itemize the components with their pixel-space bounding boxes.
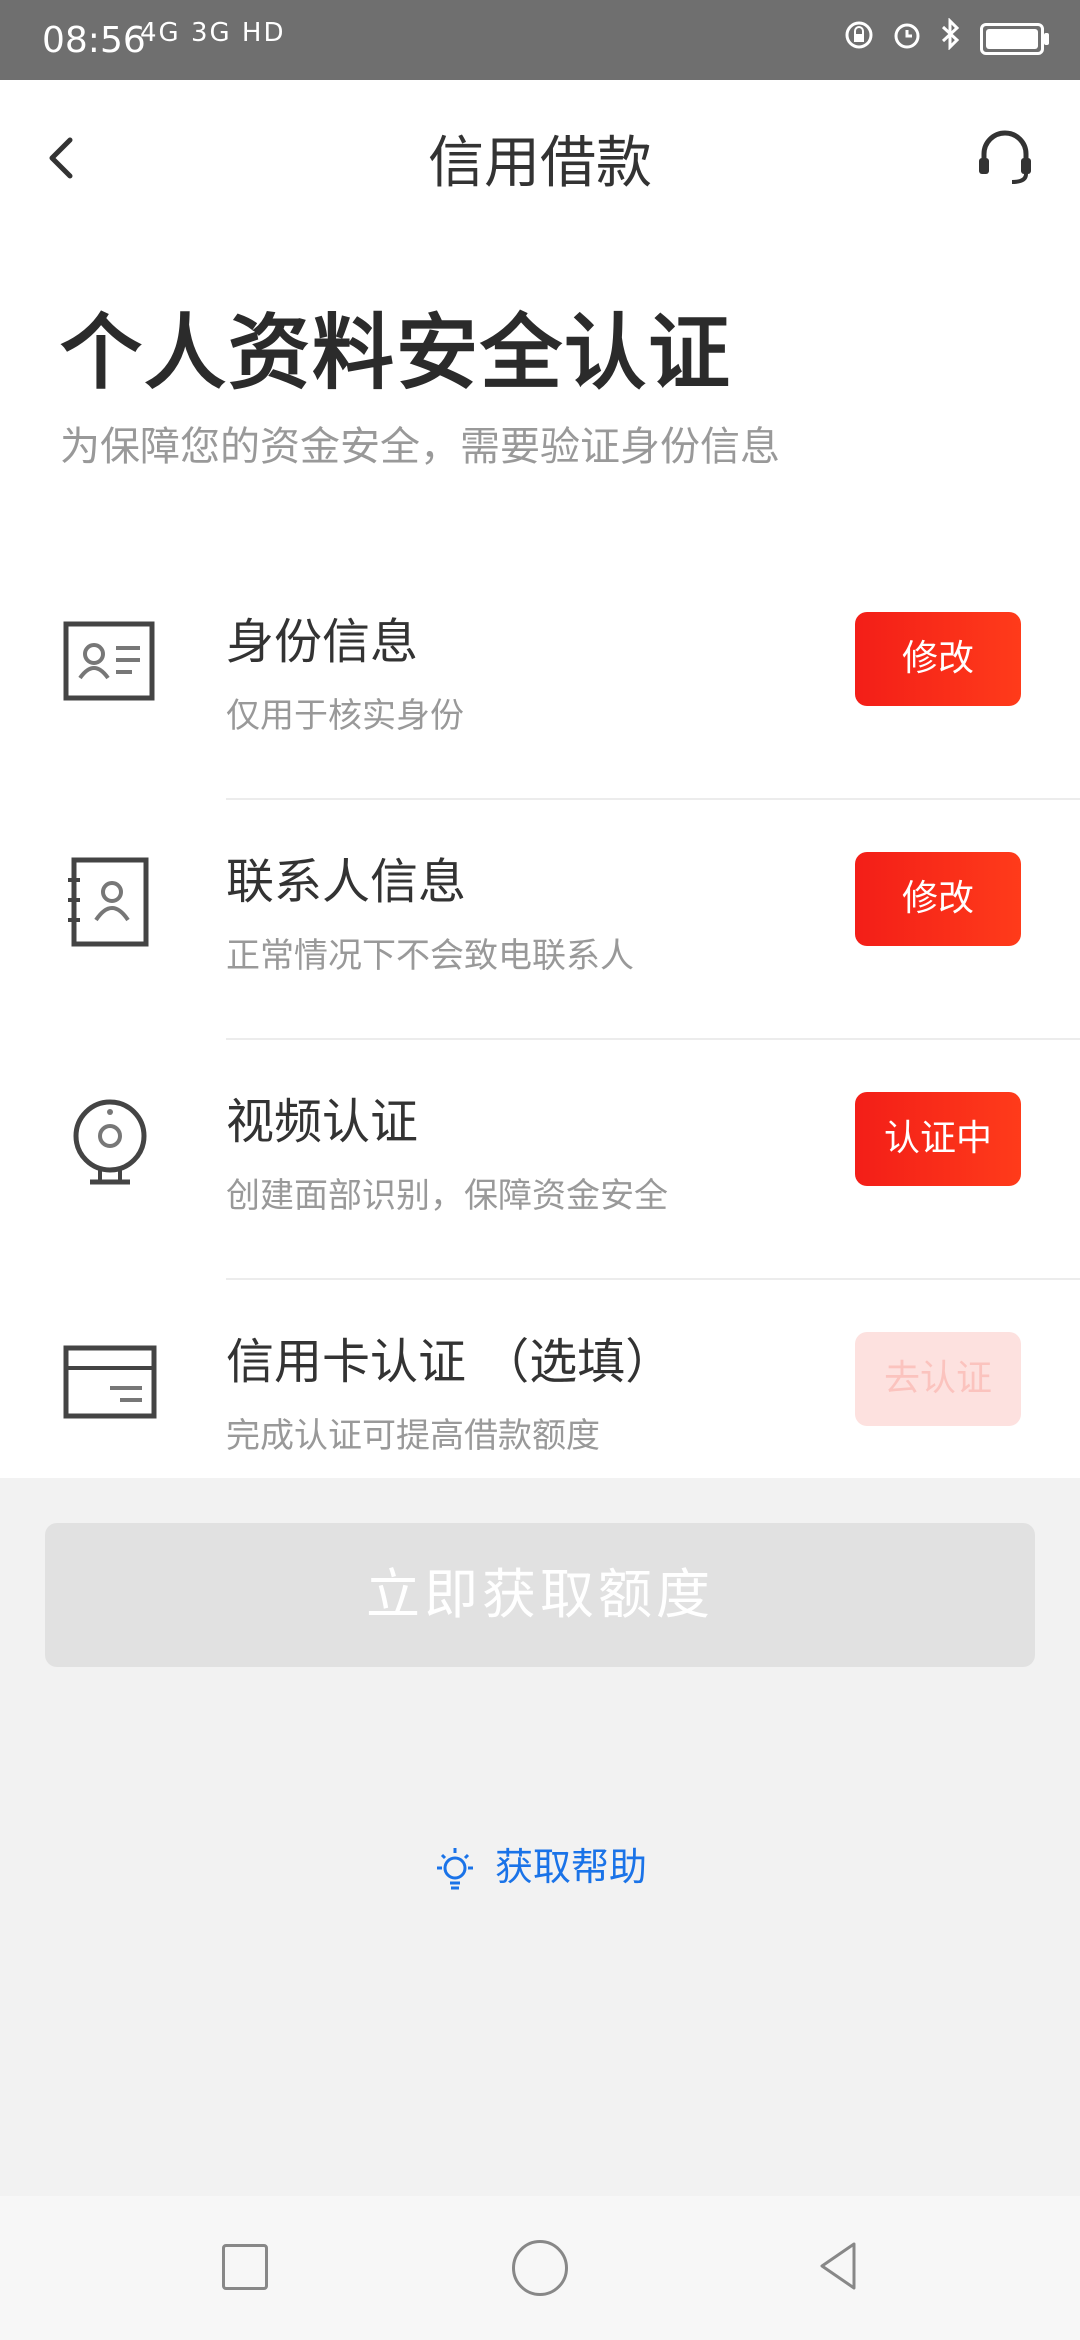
get-credit-limit-button[interactable]: 立即获取额度: [45, 1523, 1035, 1667]
item-label: 视频认证: [226, 1094, 419, 1150]
webcam-icon: [60, 1092, 160, 1192]
item-description: 完成认证可提高借款额度: [226, 1416, 600, 1456]
page-title: 个人资料安全认证: [60, 306, 733, 401]
verify-item-contacts[interactable]: 联系人信息 正常情况下不会致电联系人 修改: [0, 800, 1080, 1040]
status-bar: 08:56 4G 3G HD: [0, 0, 1080, 80]
system-back-button[interactable]: [808, 2236, 868, 2296]
help-link[interactable]: 获取帮助: [0, 1836, 1080, 1894]
headset-icon: [979, 130, 1031, 184]
status-icons: [844, 17, 1049, 59]
alarm-icon: [892, 18, 922, 59]
item-description: 仅用于核实身份: [226, 696, 464, 736]
item-label: 联系人信息: [226, 854, 467, 910]
verify-item-credit-card[interactable]: 信用卡认证 （选填） 完成认证可提高借款额度 去认证: [0, 1280, 1080, 1520]
video-verifying-button[interactable]: 认证中: [855, 1092, 1021, 1186]
contact-book-icon: [60, 852, 160, 952]
system-nav-bar: [0, 2196, 1080, 2340]
page-subtitle: 为保障您的资金安全，需要验证身份信息: [60, 424, 780, 470]
triangle-back-icon: [820, 2242, 856, 2290]
verify-item-video[interactable]: 视频认证 创建面部识别，保障资金安全 认证中: [0, 1040, 1080, 1280]
item-label: 身份信息: [226, 614, 419, 670]
item-description: 创建面部识别，保障资金安全: [226, 1176, 668, 1216]
battery-icon: [980, 22, 1049, 55]
lightbulb-icon: [436, 1847, 473, 1889]
item-label: 信用卡认证 （选填）: [226, 1334, 674, 1390]
help-link-label: 获取帮助: [495, 1845, 648, 1889]
lock-icon: [844, 18, 874, 59]
verification-card: 个人资料安全认证 为保障您的资金安全，需要验证身份信息 身份信息 仅用于核实身份…: [0, 230, 1080, 1478]
header-title: 信用借款: [428, 131, 652, 196]
credit-card-icon: [60, 1332, 160, 1432]
verify-item-identity[interactable]: 身份信息 仅用于核实身份 修改: [0, 560, 1080, 800]
bluetooth-icon: [940, 17, 962, 59]
id-card-icon: [60, 612, 160, 712]
status-time: 08:56: [42, 20, 146, 61]
app-header: 信用借款: [0, 80, 1080, 230]
edit-identity-button[interactable]: 修改: [855, 612, 1021, 706]
customer-service-button[interactable]: [970, 122, 1040, 192]
item-description: 正常情况下不会致电联系人: [226, 936, 634, 976]
edit-contacts-button[interactable]: 修改: [855, 852, 1021, 946]
home-button[interactable]: [512, 2240, 568, 2296]
recent-apps-button[interactable]: [222, 2244, 268, 2290]
verify-credit-card-button[interactable]: 去认证: [855, 1332, 1021, 1426]
network-indicator: 4G 3G HD: [140, 18, 286, 48]
